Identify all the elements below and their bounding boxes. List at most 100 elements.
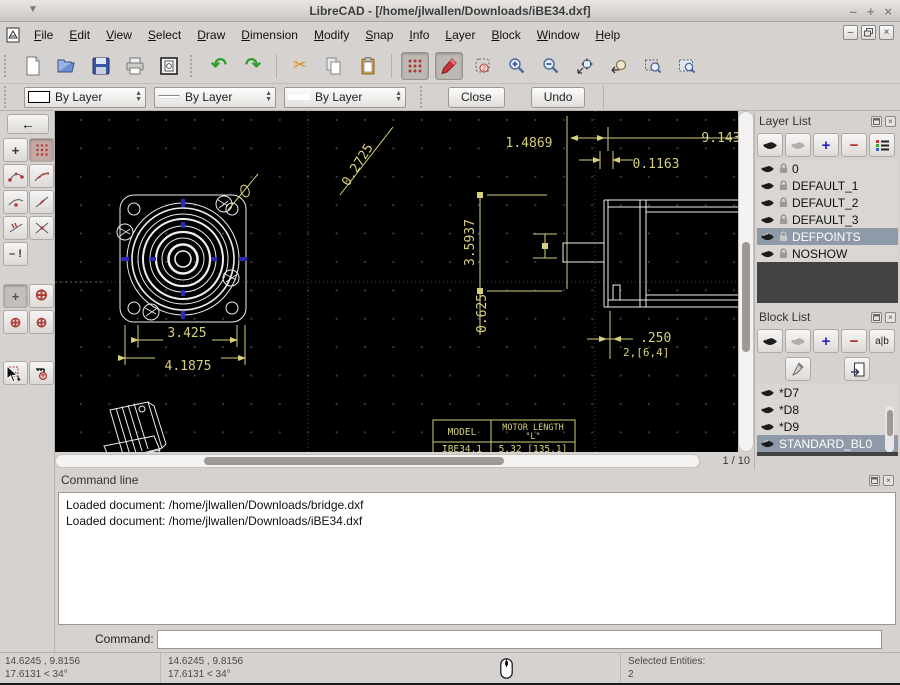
toolbar-grip[interactable] <box>4 86 12 108</box>
rename-block-button[interactable]: a|b <box>869 329 895 353</box>
restrict-free-button[interactable]: + <box>3 284 28 308</box>
remove-block-button[interactable]: − <box>841 329 867 353</box>
line-width-select[interactable]: By Layer ▲▼ <box>154 87 276 108</box>
cut-icon[interactable]: ✂ <box>286 52 314 80</box>
command-input[interactable] <box>157 630 882 649</box>
layer-lock-icon[interactable] <box>779 248 788 259</box>
snap-on-entity-button[interactable] <box>29 164 54 188</box>
menu-draw[interactable]: Draw <box>189 25 233 45</box>
layer-lock-icon[interactable] <box>779 163 788 174</box>
layer-row[interactable]: DEFAULT_1 <box>757 177 898 194</box>
menu-modify[interactable]: Modify <box>306 25 357 45</box>
close-panel-icon[interactable]: × <box>885 312 896 323</box>
add-block-button[interactable]: + <box>813 329 839 353</box>
drawing-canvas[interactable]: 3.425 4.1875 0.2725 1.4869 9.143 0.1163 … <box>55 111 738 452</box>
layer-row[interactable]: DEFAULT_3 <box>757 211 898 228</box>
close-panel-icon[interactable]: × <box>885 116 896 127</box>
vertical-scrollbar-thumb[interactable] <box>742 242 750 352</box>
mdi-restore-button[interactable] <box>861 25 876 40</box>
zoom-pan-button[interactable] <box>673 52 701 80</box>
block-visible-icon[interactable] <box>760 439 775 449</box>
layer-visible-icon[interactable] <box>760 198 775 208</box>
zoom-auto-button[interactable] <box>571 52 599 80</box>
block-row[interactable]: *D9 <box>757 418 898 435</box>
block-row[interactable]: *D7 <box>757 384 898 401</box>
block-row-selected[interactable]: STANDARD_BL0 <box>757 435 898 452</box>
float-panel-icon[interactable] <box>869 475 880 486</box>
add-layer-button[interactable]: + <box>813 133 839 157</box>
restrict-nothing-button[interactable]: – ! <box>3 242 28 266</box>
undo-button[interactable]: Undo <box>531 87 586 108</box>
layer-lock-icon[interactable] <box>779 197 788 208</box>
menu-view[interactable]: View <box>98 25 140 45</box>
insert-block-button[interactable] <box>844 357 870 381</box>
layer-visible-icon[interactable] <box>760 215 775 225</box>
layer-visible-icon[interactable] <box>760 232 775 242</box>
toolbar-grip[interactable] <box>420 86 428 108</box>
block-visible-icon[interactable] <box>760 405 775 415</box>
mdi-minimize-button[interactable]: – <box>843 25 858 40</box>
close-panel-icon[interactable]: × <box>883 475 894 486</box>
toolbar-grip[interactable] <box>4 55 12 77</box>
maximize-button[interactable]: + <box>867 4 875 19</box>
horizontal-scrollbar[interactable] <box>55 454 700 468</box>
layer-visible-icon[interactable] <box>760 164 775 174</box>
menu-window[interactable]: Window <box>529 25 588 45</box>
snap-middle-button[interactable] <box>29 190 54 214</box>
menu-dimension[interactable]: Dimension <box>233 25 306 45</box>
menu-snap[interactable]: Snap <box>357 25 401 45</box>
menu-file[interactable]: File <box>26 25 61 45</box>
menu-layer[interactable]: Layer <box>437 25 483 45</box>
toolbar-grip[interactable] <box>190 55 198 77</box>
vertical-scrollbar[interactable] <box>738 111 754 452</box>
new-document-button[interactable] <box>19 52 47 80</box>
horizontal-scrollbar-thumb[interactable] <box>204 457 504 465</box>
snap-center-button[interactable] <box>3 190 28 214</box>
show-all-blocks-button[interactable] <box>757 329 783 353</box>
snap-distance-button[interactable] <box>3 216 28 240</box>
remove-layer-button[interactable]: − <box>841 133 867 157</box>
mdi-close-button[interactable]: × <box>879 25 894 40</box>
zoom-window-button[interactable] <box>639 52 667 80</box>
block-list-scrollbar[interactable] <box>885 406 894 452</box>
redo-icon[interactable]: ↷ <box>239 52 267 80</box>
float-panel-icon[interactable] <box>871 312 882 323</box>
print-preview-button[interactable] <box>155 52 183 80</box>
menu-edit[interactable]: Edit <box>61 25 98 45</box>
zoom-previous-button[interactable] <box>605 52 633 80</box>
layer-row-selected[interactable]: DEFPOINTS <box>757 228 898 245</box>
close-button[interactable]: × <box>884 4 892 19</box>
menu-block[interactable]: Block <box>483 25 528 45</box>
float-panel-icon[interactable] <box>871 116 882 127</box>
menu-info[interactable]: Info <box>401 25 437 45</box>
hide-all-blocks-button[interactable] <box>785 329 811 353</box>
menu-select[interactable]: Select <box>140 25 189 45</box>
zoom-in-button[interactable] <box>503 52 531 80</box>
snap-grid-button[interactable] <box>29 138 54 162</box>
color-select[interactable]: By Layer ▲▼ <box>24 87 146 108</box>
block-visible-icon[interactable] <box>760 388 775 398</box>
key-button[interactable] <box>29 361 54 385</box>
copy-icon[interactable] <box>320 52 348 80</box>
minimize-button[interactable]: – <box>850 4 857 19</box>
block-visible-icon[interactable] <box>760 422 775 432</box>
edit-block-button[interactable] <box>785 357 811 381</box>
paste-icon[interactable] <box>354 52 382 80</box>
snap-endpoints-button[interactable] <box>3 164 28 188</box>
save-button[interactable] <box>87 52 115 80</box>
block-row[interactable]: *D8 <box>757 401 898 418</box>
layer-visible-icon[interactable] <box>760 181 775 191</box>
layer-lock-icon[interactable] <box>779 231 788 242</box>
hide-all-layers-button[interactable] <box>785 133 811 157</box>
set-relative-zero-icon[interactable]: ⊕ <box>29 284 54 308</box>
layer-lock-icon[interactable] <box>779 180 788 191</box>
undo-icon[interactable]: ↶ <box>205 52 233 80</box>
line-type-select[interactable]: By Layer ▲▼ <box>284 87 406 108</box>
draft-pen-button[interactable] <box>435 52 463 80</box>
open-file-button[interactable] <box>53 52 81 80</box>
lock-relative-zero-icon[interactable]: ⊕ <box>3 310 28 334</box>
command-history[interactable]: Loaded document: /home/jlwallen/Download… <box>58 492 896 625</box>
layer-row[interactable]: NOSHOW <box>757 245 898 262</box>
snap-free-button[interactable]: + <box>3 138 28 162</box>
menu-help[interactable]: Help <box>587 25 628 45</box>
